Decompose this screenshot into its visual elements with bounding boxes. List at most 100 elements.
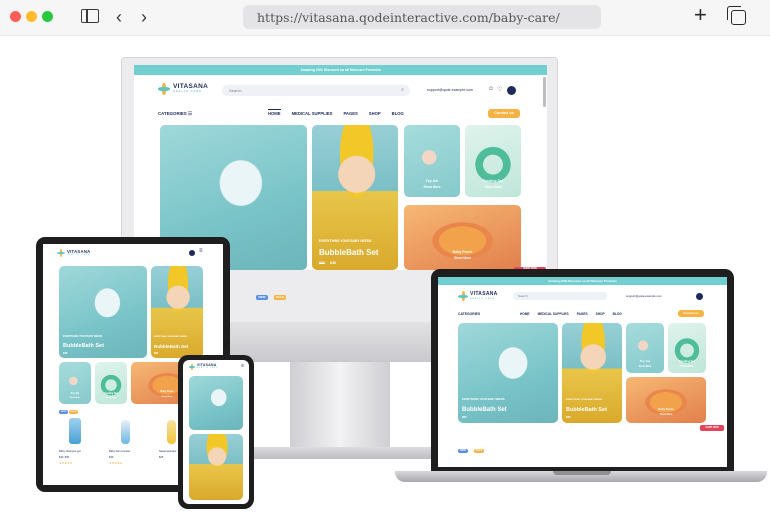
tablet-product-card-1[interactable]: Baby shampoo gel $40 $35 ★★★★★ — [59, 448, 103, 482]
categories-menu[interactable]: CATEGORIES ☷ — [158, 111, 192, 117]
laptop-nav-row: CATEGORIES HOME MEDICAL SUPPLIES PAGES S… — [438, 309, 727, 321]
tablet-toy-link[interactable]: Show More — [59, 397, 91, 399]
tablet-tile-feeding[interactable]: Feeding Set Show More — [95, 362, 127, 404]
nav-pages[interactable]: PAGES — [343, 111, 357, 116]
tablet-product-card-2[interactable]: Baby thermometer $30 ★★★★★ — [109, 448, 153, 482]
baby-kicker: EVERYTHING YOUR BABY NEEDS — [319, 239, 372, 243]
phone-tile-bath-bottles[interactable] — [189, 376, 243, 430]
search-icon[interactable]: ⌕ — [401, 85, 404, 96]
laptop-toy-link[interactable]: Show More — [626, 365, 664, 368]
tablet-logo[interactable]: VITASANA HEALTH CARE — [57, 249, 91, 257]
laptop-product-strip: NEW SALE — [458, 449, 484, 453]
tablet-product-1-price: $40 $35 — [59, 456, 70, 459]
nav-home[interactable]: HOME — [268, 109, 281, 116]
laptop-search-placeholder: Search — [518, 294, 528, 298]
laptop-nav-pages[interactable]: PAGES — [577, 312, 588, 316]
address-bar[interactable]: https://vitasana.qodeinteractive.com/bab… — [243, 5, 601, 29]
laptop-notch — [553, 471, 611, 475]
monitor-foot — [240, 447, 440, 459]
puree-show-more-link[interactable]: Show More — [404, 256, 521, 260]
tile-baby-puree[interactable]: Baby Puree Show More — [404, 205, 521, 270]
laptop-categories-label[interactable]: CATEGORIES — [458, 312, 480, 316]
tablet-tile-baby[interactable]: EVERYTHING YOUR BABY NEEDS BubbleBath Se… — [151, 266, 203, 358]
tile-feeding-set[interactable]: Feeding Set Show More — [465, 125, 521, 197]
tablet-product-2-rating: ★★★★★ — [109, 461, 123, 465]
maximize-window-button[interactable] — [42, 11, 53, 22]
main-nav: HOME MEDICAL SUPPLIES PAGES SHOP BLOG — [268, 109, 404, 116]
minimize-window-button[interactable] — [26, 11, 37, 22]
site-header: VITASANA HEALTH CARE Search ⌕ support@qo… — [134, 75, 547, 107]
laptop-feeding-link[interactable]: Show More — [668, 365, 706, 368]
laptop-tile-bath-bottles[interactable]: EVERYTHING YOUR BABY NEEDS BubbleBath Se… — [458, 323, 558, 423]
laptop-announcement-text: Amazing 20% Discount on all Skincare Pro… — [548, 279, 617, 283]
laptop-nav-home[interactable]: HOME — [520, 312, 530, 316]
laptop-nav-blog[interactable]: BLOG — [613, 312, 622, 316]
tablet-tile-toy[interactable]: Toy Set Show More — [59, 362, 91, 404]
wishlist-heart-icon[interactable]: ♡ — [497, 86, 502, 93]
laptop-cart-icon[interactable] — [696, 293, 703, 300]
laptop-nav-shop[interactable]: SHOP — [596, 312, 605, 316]
tablet-feeding-link[interactable]: Show More — [95, 397, 127, 399]
logo-tagline: HEALTH CARE — [173, 90, 202, 94]
monitor-scrollbar-thumb[interactable] — [543, 77, 546, 107]
close-window-button[interactable] — [10, 11, 21, 22]
support-email[interactable]: support@qode.example.com — [427, 88, 473, 92]
laptop-hero-kicker: EVERYTHING YOUR BABY NEEDS — [462, 398, 505, 401]
tab-overview-icon[interactable] — [727, 6, 746, 25]
laptop-puree-link[interactable]: Show More — [626, 413, 706, 416]
cart-icon[interactable] — [507, 86, 516, 95]
laptop-logo-cross-icon — [458, 291, 468, 301]
address-bar-url: https://vitasana.qodeinteractive.com/bab… — [257, 10, 560, 25]
tablet-hero-title: BubbleBath Set — [63, 343, 104, 349]
tablet-baby-kicker: EVERYTHING YOUR BABY NEEDS — [154, 336, 187, 338]
laptop-toy-title: Toy Set — [640, 359, 650, 363]
hero-tile-baby[interactable]: EVERYTHING YOUR BABY NEEDS BubbleBath Se… — [312, 125, 398, 270]
laptop-baby-title: BubbleBath Set — [566, 407, 607, 413]
tablet-cart-icon[interactable] — [189, 250, 195, 256]
site-logo[interactable]: VITASANA HEALTH CARE — [158, 83, 208, 95]
account-icon[interactable]: ☺ — [488, 86, 494, 92]
laptop-contact-button[interactable]: Contact us — [678, 310, 704, 317]
phone-logo[interactable]: VITASANA HEALTH CARE — [189, 363, 219, 370]
puree-title: Baby Puree — [452, 250, 473, 254]
feeding-show-more-link[interactable]: Show More — [465, 185, 521, 189]
nav-blog[interactable]: BLOG — [392, 111, 404, 116]
nav-shop[interactable]: SHOP — [369, 111, 381, 116]
search-input[interactable]: Search ⌕ — [222, 85, 410, 96]
phone-tile-baby[interactable] — [189, 434, 243, 500]
tile-toy-set[interactable]: Toy Set Show More — [404, 125, 460, 197]
contact-us-button[interactable]: Contact us — [488, 109, 520, 118]
announcement-text: Amazing 20% Discount on all Skincare Pro… — [300, 68, 381, 72]
laptop-search-input[interactable]: Search — [513, 292, 607, 300]
laptop-tile-puree[interactable]: Baby Puree Show More — [626, 377, 706, 423]
tablet-product-3-price: $25 — [159, 456, 164, 459]
laptop-logo[interactable]: VITASANA HEALTH CARE — [458, 291, 498, 301]
page-content: Amazing 20% Discount on all Skincare Pro… — [0, 37, 770, 516]
phone-screen: VITASANA HEALTH CARE ≡ — [183, 360, 249, 504]
forward-chevron-icon[interactable]: › — [141, 8, 147, 26]
laptop-tile-toy[interactable]: Toy Set Show More — [626, 323, 664, 373]
laptop-nav-medical-supplies[interactable]: MEDICAL SUPPLIES — [538, 312, 569, 316]
tablet-tile-bath-bottles[interactable]: EVERYTHING YOUR BABY NEEDS BubbleBath Se… — [59, 266, 147, 358]
search-placeholder: Search — [229, 88, 242, 93]
laptop-new-badge: NEW — [458, 449, 468, 453]
laptop-tile-feeding[interactable]: Feeding Set Show More — [668, 323, 706, 373]
back-chevron-icon[interactable]: ‹ — [116, 8, 122, 26]
baby-price-old: $50 — [319, 261, 325, 265]
nav-medical-supplies[interactable]: MEDICAL SUPPLIES — [292, 111, 333, 116]
sidebar-toggle-icon[interactable] — [81, 9, 99, 23]
phone-menu-icon[interactable]: ≡ — [241, 363, 244, 369]
toy-show-more-link[interactable]: Show More — [404, 185, 460, 189]
tablet-logo-tagline: HEALTH CARE — [67, 253, 91, 256]
new-tab-plus-icon[interactable]: + — [694, 4, 707, 26]
tablet-logo-cross-icon — [57, 249, 65, 257]
tablet-menu-icon[interactable]: ≡ — [199, 248, 203, 254]
phone-logo-name: VITASANA — [197, 363, 217, 368]
thermometer-image — [121, 420, 130, 444]
phone-logo-tagline: HEALTH CARE — [197, 368, 219, 370]
laptop-main-nav: HOME MEDICAL SUPPLIES PAGES SHOP BLOG — [520, 312, 622, 316]
categories-grid-icon: ☷ — [187, 111, 192, 116]
laptop-tile-baby[interactable]: EVERYTHING YOUR BABY NEEDS BubbleBath Se… — [562, 323, 622, 423]
laptop-shop-chip[interactable]: SHOP NOW — [700, 425, 724, 431]
laptop-support-email[interactable]: support@qode.example.com — [626, 294, 662, 298]
